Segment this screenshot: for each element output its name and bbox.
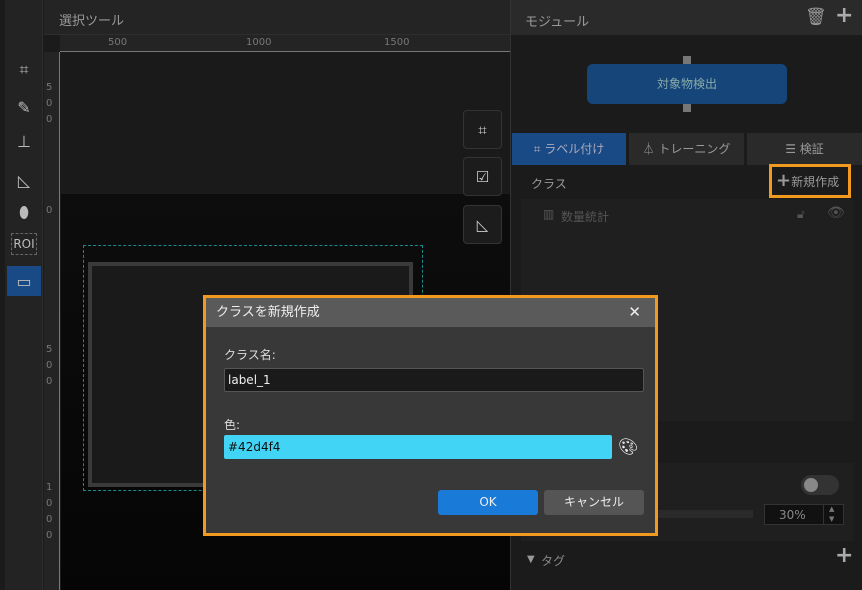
tool-sidebar: ⌗ ✎ ⊥ ◺ ⬮ ROI ▭	[5, 0, 43, 590]
ruler-top: 500 1000 1500	[60, 35, 510, 52]
ruler-label: 1000	[246, 37, 272, 48]
ruler-label: 500	[108, 37, 128, 48]
connector	[683, 104, 691, 112]
color-label: 色:	[224, 418, 241, 432]
show-labels-icon[interactable]: ⌗	[463, 110, 502, 149]
ruler-label: 5	[46, 344, 53, 355]
tab-training-icon: ⏃	[642, 142, 659, 156]
stats-label: 数量統計	[561, 210, 610, 224]
canvas-header: 選択ツール	[44, 0, 510, 35]
trash-icon[interactable]: 🗑	[805, 7, 827, 27]
ruler-label: 0	[46, 514, 53, 525]
tab-labeling-icon: ⌗	[533, 142, 545, 156]
tag-title: タグ	[541, 554, 566, 568]
canvas-title: 選択ツール	[59, 14, 125, 29]
module-header: モジュール 🗑 +	[511, 0, 862, 35]
cancel-button[interactable]: キャンセル	[544, 490, 644, 515]
ruler-label: 1500	[384, 37, 410, 48]
ruler-label: 0	[46, 205, 53, 216]
connector	[683, 56, 691, 64]
ruler-left: 5 0 0 0 5 0 0 1 0 0 0	[44, 52, 60, 590]
tab-validation[interactable]: ☰ 検証	[747, 133, 862, 165]
ruler-label: 0	[46, 98, 53, 109]
class-name-input[interactable]: label_1	[224, 368, 644, 392]
color-input[interactable]: #42d4f4	[224, 435, 612, 459]
show-results-icon[interactable]: ☑	[463, 157, 502, 196]
ruler-label: 1	[46, 482, 53, 493]
toggle-switch[interactable]	[801, 475, 839, 495]
add-tag-icon[interactable]: +	[835, 543, 853, 568]
module-title: モジュール	[525, 15, 590, 30]
stats-icon: ▥	[543, 207, 555, 221]
ruler-label: 0	[46, 376, 53, 387]
ruler-label: 0	[46, 114, 53, 125]
class-title: クラス	[531, 177, 567, 191]
polygon-tool-icon[interactable]: ⌗	[7, 55, 41, 85]
ruler-label: 0	[46, 530, 53, 541]
stamp-icon[interactable]: ⊥	[7, 126, 41, 156]
tab-validation-icon: ☰	[785, 142, 800, 156]
plus-icon: +	[776, 170, 792, 191]
mask-tool-icon[interactable]: ◺	[7, 165, 41, 195]
select-tool-icon[interactable]: ▭	[7, 266, 41, 296]
ruler-label: 0	[46, 498, 53, 509]
tab-training[interactable]: ⏃ トレーニング	[629, 133, 744, 165]
lock-icon[interactable]: 🔓︎	[797, 207, 805, 222]
eraser-icon[interactable]: ⬮	[7, 198, 41, 228]
add-module-icon[interactable]: +	[835, 3, 853, 28]
ok-button[interactable]: OK	[438, 490, 538, 515]
class-name-label: クラス名:	[224, 348, 276, 362]
dialog-title: クラスを新規作成 ✕	[206, 298, 655, 327]
roi-tool[interactable]: ROI	[11, 233, 37, 255]
collapse-icon[interactable]: ▼	[527, 554, 535, 565]
palette-icon[interactable]: 🎨︎	[618, 437, 638, 456]
percent-spinner[interactable]: 30% ▲ ▼	[764, 504, 844, 525]
percent-value: 30%	[779, 508, 806, 522]
new-class-button[interactable]: +新規作成	[769, 164, 851, 198]
tab-labeling[interactable]: ⌗ ラベル付け	[512, 133, 626, 165]
module-node-object-detection[interactable]: 対象物検出	[587, 64, 787, 104]
ruler-label: 0	[46, 360, 53, 371]
close-icon[interactable]: ✕	[628, 298, 641, 327]
ruler-label: 5	[46, 82, 53, 93]
magic-wand-icon[interactable]: ✎	[7, 92, 41, 122]
new-class-dialog: クラスを新規作成 ✕ クラス名: label_1 色: #42d4f4 🎨︎ O…	[203, 295, 658, 536]
eye-icon[interactable]: 👁︎	[827, 205, 845, 221]
show-mask-icon[interactable]: ◺	[463, 205, 502, 244]
spinner-arrows-icon[interactable]: ▲ ▼	[823, 504, 834, 524]
